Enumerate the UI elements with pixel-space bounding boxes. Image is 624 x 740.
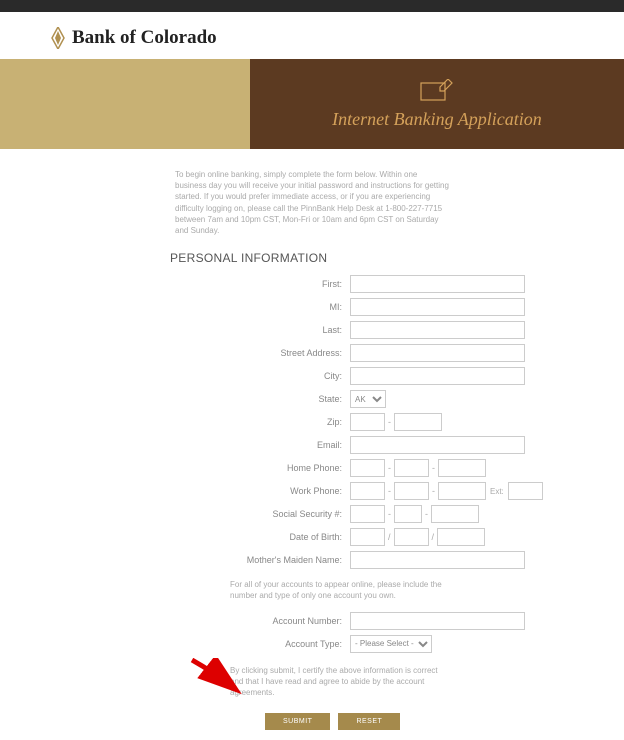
account-type-label: Account Type:: [55, 639, 350, 649]
home-phone-label: Home Phone:: [55, 463, 350, 473]
work-phone2[interactable]: [394, 482, 429, 500]
button-row: SUBMIT RESET: [55, 713, 564, 740]
city-input[interactable]: [350, 367, 525, 385]
maiden-label: Mother's Maiden Name:: [55, 555, 350, 565]
ssn1[interactable]: [350, 505, 385, 523]
account-note: For all of your accounts to appear onlin…: [55, 579, 564, 601]
disclaimer-text: By clicking submit, I certify the above …: [55, 665, 564, 699]
zip-label: Zip:: [55, 417, 350, 427]
zip1-input[interactable]: [350, 413, 385, 431]
ext-label: Ext:: [490, 487, 504, 496]
submit-button[interactable]: SUBMIT: [265, 713, 330, 730]
last-input[interactable]: [350, 321, 525, 339]
zip-sep: -: [388, 417, 391, 427]
state-select[interactable]: AK: [350, 390, 386, 408]
account-number-label: Account Number:: [55, 616, 350, 626]
state-label: State:: [55, 394, 350, 404]
email-label: Email:: [55, 440, 350, 450]
work-phone1[interactable]: [350, 482, 385, 500]
home-phone2[interactable]: [394, 459, 429, 477]
first-input[interactable]: [350, 275, 525, 293]
account-type-select[interactable]: - Please Select -: [350, 635, 432, 653]
zip2-input[interactable]: [394, 413, 442, 431]
header: Bank of Colorado: [0, 12, 624, 59]
hero-right-block: Internet Banking Application: [250, 59, 624, 149]
hero-title: Internet Banking Application: [332, 109, 542, 130]
ssn-label: Social Security #:: [55, 509, 350, 519]
intro-text: To begin online banking, simply complete…: [55, 169, 564, 236]
home-phone3[interactable]: [438, 459, 486, 477]
street-label: Street Address:: [55, 348, 350, 358]
edit-form-icon: [420, 79, 454, 101]
dob-label: Date of Birth:: [55, 532, 350, 542]
hero-banner: Internet Banking Application: [0, 59, 624, 149]
work-phone-ext[interactable]: [508, 482, 543, 500]
section-title: PERSONAL INFORMATION: [55, 251, 564, 265]
work-phone3[interactable]: [438, 482, 486, 500]
account-number-input[interactable]: [350, 612, 525, 630]
first-label: First:: [55, 279, 350, 289]
top-bar: [0, 0, 624, 12]
mi-input[interactable]: [350, 298, 525, 316]
reset-button[interactable]: RESET: [338, 713, 400, 730]
home-phone1[interactable]: [350, 459, 385, 477]
content-area: To begin online banking, simply complete…: [0, 149, 624, 740]
hero-left-block: [0, 59, 250, 149]
ssn3[interactable]: [431, 505, 479, 523]
dob3[interactable]: [437, 528, 485, 546]
street-input[interactable]: [350, 344, 525, 362]
email-input[interactable]: [350, 436, 525, 454]
bank-logo-icon: [50, 27, 66, 49]
work-phone-label: Work Phone:: [55, 486, 350, 496]
maiden-input[interactable]: [350, 551, 525, 569]
dob1[interactable]: [350, 528, 385, 546]
dob2[interactable]: [394, 528, 429, 546]
last-label: Last:: [55, 325, 350, 335]
mi-label: MI:: [55, 302, 350, 312]
brand-name: Bank of Colorado: [72, 27, 217, 49]
city-label: City:: [55, 371, 350, 381]
ssn2[interactable]: [394, 505, 422, 523]
